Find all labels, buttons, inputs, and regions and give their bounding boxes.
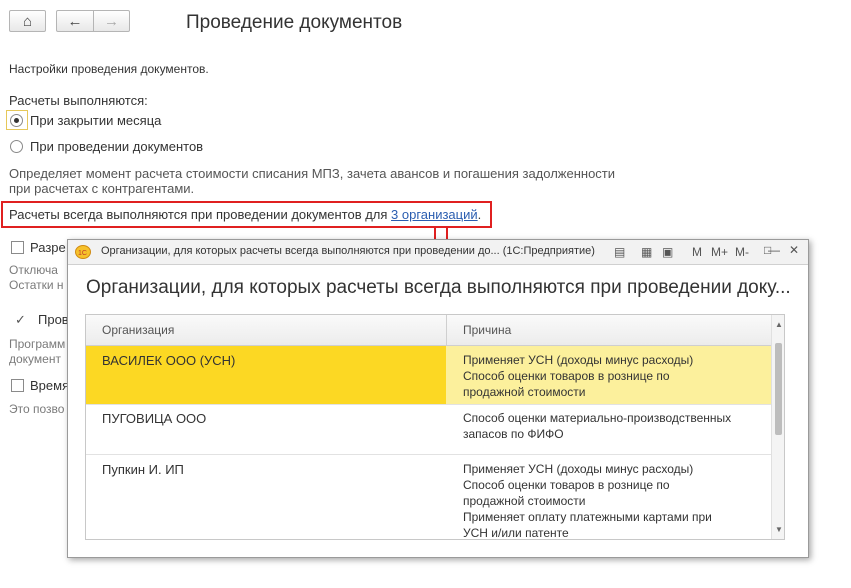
document-icon[interactable]: ▤: [614, 245, 625, 259]
column-reason[interactable]: Причина: [463, 323, 511, 337]
always-posting-text: Расчеты всегда выполняются при проведени…: [9, 207, 481, 222]
cell-reason: Применяет УСН (доходы минус расходы) Спо…: [463, 352, 763, 400]
window-titlebar: 1С Организации, для которых расчеты всег…: [68, 240, 808, 265]
partial-label-6: документ: [9, 352, 61, 366]
arrow-left-icon: ←: [67, 12, 83, 30]
scroll-up-icon[interactable]: ▲: [775, 320, 783, 329]
calc-label: Расчеты выполняются:: [9, 93, 148, 108]
table-row[interactable]: ВАСИЛЕК ООО (УСН) Применяет УСН (доходы …: [86, 346, 771, 405]
reason-line: Применяет УСН (доходы минус расходы): [463, 462, 694, 476]
window-title: Организации, для которых расчеты всегда …: [101, 245, 595, 257]
reason-line: продажной стоимости: [463, 385, 586, 399]
partial-label-3: Остатки н: [9, 278, 64, 292]
checkbox-partial-1[interactable]: [11, 241, 24, 254]
scroll-thumb[interactable]: [775, 343, 782, 435]
close-icon[interactable]: ✕: [789, 243, 799, 257]
partial-label-1: Разре: [30, 240, 66, 255]
organizations-table[interactable]: Организация Причина ВАСИЛЕК ООО (УСН) Пр…: [85, 314, 785, 540]
arrow-right-icon: →: [104, 12, 119, 30]
column-organization[interactable]: Организация: [102, 323, 174, 337]
organizations-link[interactable]: 3 организаций: [391, 207, 478, 222]
cell-organization: ПУГОВИЦА ООО: [102, 411, 207, 426]
memory-plus-button[interactable]: M+: [711, 245, 728, 259]
description-line2: при расчетах с контрагентами.: [9, 181, 195, 196]
calculator-icon[interactable]: ▦: [641, 245, 652, 259]
settings-caption: Настройки проведения документов.: [9, 62, 209, 76]
always-posting-label: Расчеты всегда выполняются при проведени…: [9, 207, 392, 222]
partial-label-8: Это позво: [9, 402, 65, 416]
reason-line: Применяет оплату платежными картами при: [463, 510, 712, 524]
home-button[interactable]: ⌂: [9, 10, 46, 32]
radio-posting-label[interactable]: При проведении документов: [30, 139, 203, 154]
table-header: Организация Причина: [86, 315, 771, 346]
restore-icon[interactable]: □: [764, 243, 771, 257]
reason-line: Способ оценки товаров в рознице по: [463, 369, 670, 383]
reason-line: Применяет УСН (доходы минус расходы): [463, 353, 694, 367]
cell-reason: Способ оценки материально-производственн…: [463, 410, 763, 442]
organizations-window: 1С Организации, для которых расчеты всег…: [67, 239, 809, 558]
calendar-icon[interactable]: ▣: [662, 245, 673, 259]
page-title: Проведение документов: [186, 12, 403, 33]
svg-text:1С: 1С: [78, 250, 87, 257]
checkbox-partial-2[interactable]: [11, 379, 24, 392]
memory-minus-button[interactable]: M-: [735, 245, 749, 259]
radio-month-close-label[interactable]: При закрытии месяца: [30, 113, 161, 128]
partial-label-2: Отключа: [9, 263, 58, 277]
reason-line: УСН и/или патенте: [463, 526, 569, 540]
radio-posting[interactable]: [10, 140, 23, 153]
forward-button[interactable]: →: [93, 10, 130, 32]
vertical-scrollbar[interactable]: ▲ ▼: [771, 315, 784, 539]
app-logo-icon: 1С: [75, 245, 91, 259]
description-line1: Определяет момент расчета стоимости спис…: [9, 166, 616, 181]
cell-reason: Применяет УСН (доходы минус расходы) Спо…: [463, 461, 763, 540]
window-heading: Организации, для которых расчеты всегда …: [86, 277, 791, 298]
back-button[interactable]: ←: [56, 10, 94, 32]
radio-month-close[interactable]: [10, 114, 23, 127]
table-row[interactable]: Пупкин И. ИП Применяет УСН (доходы минус…: [86, 455, 771, 540]
partial-label-5: Программ: [9, 337, 66, 351]
reason-line: Способ оценки материально-производственн…: [463, 411, 732, 425]
always-posting-dot: .: [477, 207, 482, 222]
scroll-down-icon[interactable]: ▼: [775, 525, 783, 534]
check-mark-icon: ✓: [15, 312, 26, 327]
cell-organization: ВАСИЛЕК ООО (УСН): [102, 353, 236, 368]
reason-line: продажной стоимости: [463, 494, 586, 508]
column-separator: [446, 315, 447, 345]
partial-label-7: Время: [30, 378, 70, 393]
reason-line: Способ оценки товаров в рознице по: [463, 478, 670, 492]
reason-line: запасов по ФИФО: [463, 427, 564, 441]
table-row[interactable]: ПУГОВИЦА ООО Способ оценки материально-п…: [86, 404, 771, 455]
home-icon: ⌂: [22, 12, 33, 30]
cell-organization: Пупкин И. ИП: [102, 462, 184, 477]
memory-m-button[interactable]: M: [692, 245, 702, 259]
